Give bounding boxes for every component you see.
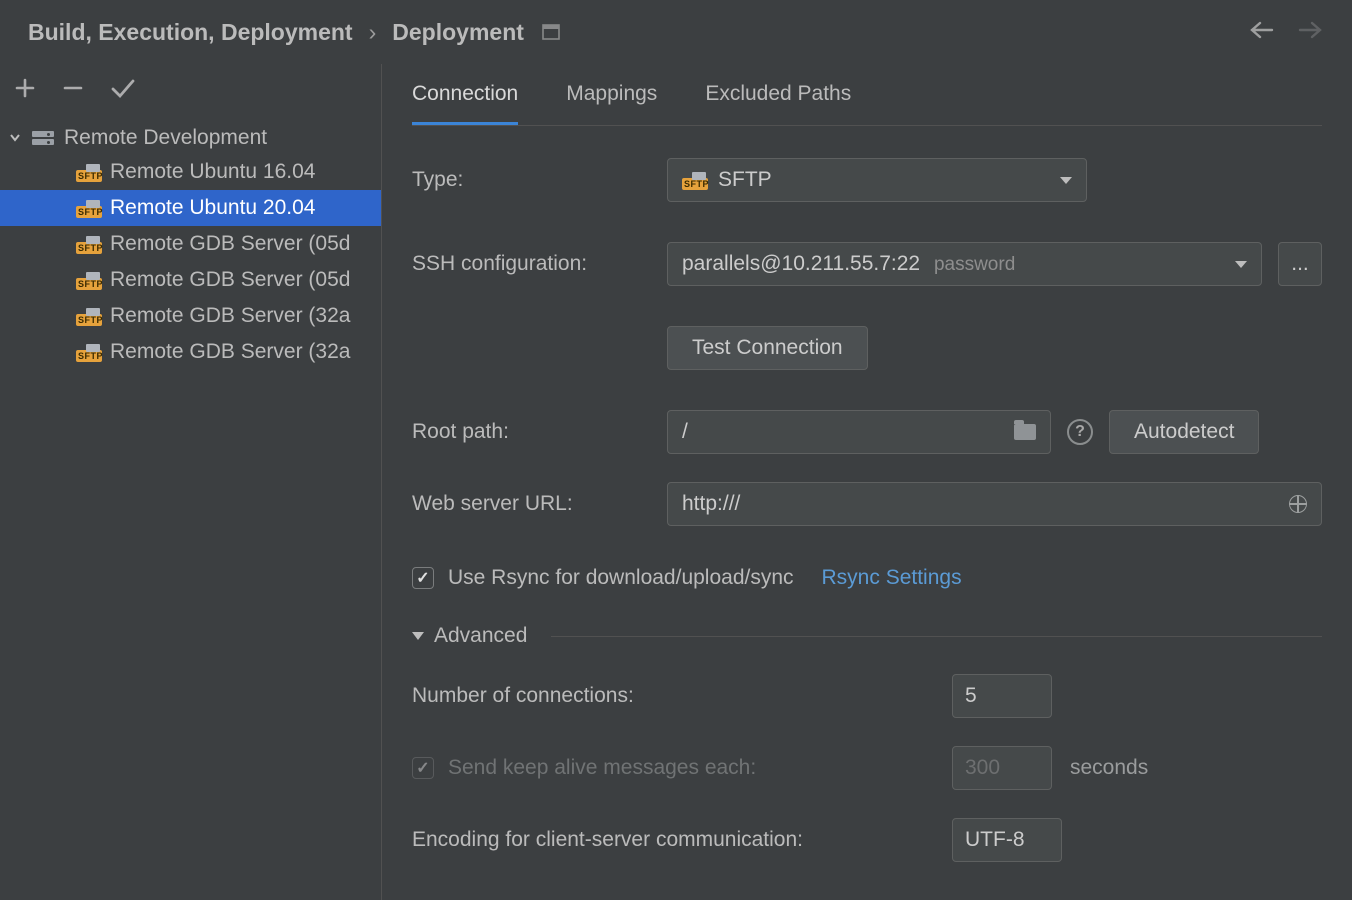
ssh-config-select[interactable]: parallels@10.211.55.7:22 password [667, 242, 1262, 286]
tree-item-label: Remote GDB Server (32a [110, 340, 350, 364]
tree-item-label: Remote GDB Server (05d [110, 268, 350, 292]
type-select[interactable]: SFTP SFTP [667, 158, 1087, 202]
tab-connection[interactable]: Connection [412, 82, 518, 125]
tree-item-server[interactable]: SFTP Remote GDB Server (32a [0, 334, 381, 370]
help-icon[interactable]: ? [1067, 419, 1093, 445]
sftp-icon: SFTP [76, 162, 102, 182]
tree-item-label: Remote Ubuntu 20.04 [110, 196, 315, 220]
tree-item-label: Remote GDB Server (32a [110, 304, 350, 328]
server-group-icon [32, 131, 54, 145]
connection-form: Type: SFTP SFTP SSH configuration: [412, 126, 1322, 862]
use-rsync-checkbox[interactable] [412, 567, 434, 589]
root-path-value: / [682, 420, 688, 444]
chevron-down-icon [412, 632, 424, 640]
remove-server-icon[interactable] [62, 77, 84, 105]
advanced-label: Advanced [434, 624, 527, 648]
tree-item-label: Remote Ubuntu 16.04 [110, 160, 315, 184]
rsync-settings-link[interactable]: Rsync Settings [822, 566, 962, 590]
web-url-value: http:/// [682, 492, 740, 516]
sftp-icon: SFTP [76, 198, 102, 218]
tree-item-label: Remote GDB Server (05d [110, 232, 350, 256]
open-in-new-window-icon[interactable] [542, 19, 560, 46]
keepalive-checkbox [412, 757, 434, 779]
globe-icon[interactable] [1289, 495, 1307, 513]
web-url-input[interactable]: http:/// [667, 482, 1322, 526]
back-arrow-icon[interactable] [1248, 19, 1274, 46]
sftp-icon: SFTP [76, 234, 102, 254]
sftp-icon: SFTP [76, 270, 102, 290]
autodetect-button[interactable]: Autodetect [1109, 410, 1259, 454]
web-url-label: Web server URL: [412, 492, 667, 516]
breadcrumb-seg-2[interactable]: Deployment [392, 19, 524, 46]
servers-toolbar [0, 64, 381, 118]
tree-item-server[interactable]: SFTP Remote GDB Server (32a [0, 298, 381, 334]
num-connections-value: 5 [965, 684, 977, 708]
keepalive-unit: seconds [1070, 756, 1148, 780]
set-default-icon[interactable] [110, 77, 136, 105]
chevron-down-icon [1235, 261, 1247, 268]
ssh-config-browse-button[interactable]: ... [1278, 242, 1322, 286]
breadcrumb: Build, Execution, Deployment › Deploymen… [0, 0, 1352, 64]
num-connections-label: Number of connections: [412, 684, 952, 708]
encoding-label: Encoding for client-server communication… [412, 828, 952, 852]
encoding-select[interactable]: UTF-8 [952, 818, 1062, 862]
tree-item-server[interactable]: SFTP Remote Ubuntu 16.04 [0, 154, 381, 190]
servers-tree: Remote Development SFTP Remote Ubuntu 16.… [0, 118, 381, 370]
breadcrumb-separator: › [369, 19, 377, 46]
tree-item-server[interactable]: SFTP Remote Ubuntu 20.04 [0, 190, 381, 226]
breadcrumb-seg-1[interactable]: Build, Execution, Deployment [28, 19, 353, 46]
add-server-icon[interactable] [14, 77, 36, 105]
sftp-icon: SFTP [76, 342, 102, 362]
tree-item-server[interactable]: SFTP Remote GDB Server (05d [0, 262, 381, 298]
tree-root-label: Remote Development [64, 126, 267, 150]
sftp-icon: SFTP [76, 306, 102, 326]
type-value: SFTP [718, 168, 772, 192]
forward-arrow-icon[interactable] [1298, 19, 1324, 46]
root-path-input[interactable]: / [667, 410, 1051, 454]
root-path-label: Root path: [412, 420, 667, 444]
tab-mappings[interactable]: Mappings [566, 82, 657, 125]
folder-icon[interactable] [1014, 424, 1036, 440]
advanced-section-header[interactable]: Advanced [412, 624, 1322, 648]
divider [551, 636, 1322, 637]
ssh-config-label: SSH configuration: [412, 252, 667, 276]
tree-root[interactable]: Remote Development [0, 122, 381, 154]
keepalive-value: 300 [965, 756, 1000, 780]
ssh-config-value: parallels@10.211.55.7:22 [682, 252, 920, 275]
type-label: Type: [412, 168, 667, 192]
sftp-icon: SFTP [682, 170, 708, 190]
tab-excluded-paths[interactable]: Excluded Paths [705, 82, 851, 125]
details-tabs: Connection Mappings Excluded Paths [412, 66, 1322, 126]
use-rsync-label: Use Rsync for download/upload/sync [448, 566, 794, 590]
keepalive-input: 300 [952, 746, 1052, 790]
ssh-auth-hint: password [934, 254, 1015, 275]
encoding-value: UTF-8 [965, 828, 1025, 852]
deployment-details-panel: Connection Mappings Excluded Paths Type:… [382, 64, 1352, 900]
chevron-down-icon [8, 126, 22, 150]
keepalive-label: Send keep alive messages each: [448, 756, 756, 780]
num-connections-input[interactable]: 5 [952, 674, 1052, 718]
deployment-servers-panel: Remote Development SFTP Remote Ubuntu 16.… [0, 64, 382, 900]
test-connection-button[interactable]: Test Connection [667, 326, 868, 370]
chevron-down-icon [1060, 177, 1072, 184]
tree-item-server[interactable]: SFTP Remote GDB Server (05d [0, 226, 381, 262]
